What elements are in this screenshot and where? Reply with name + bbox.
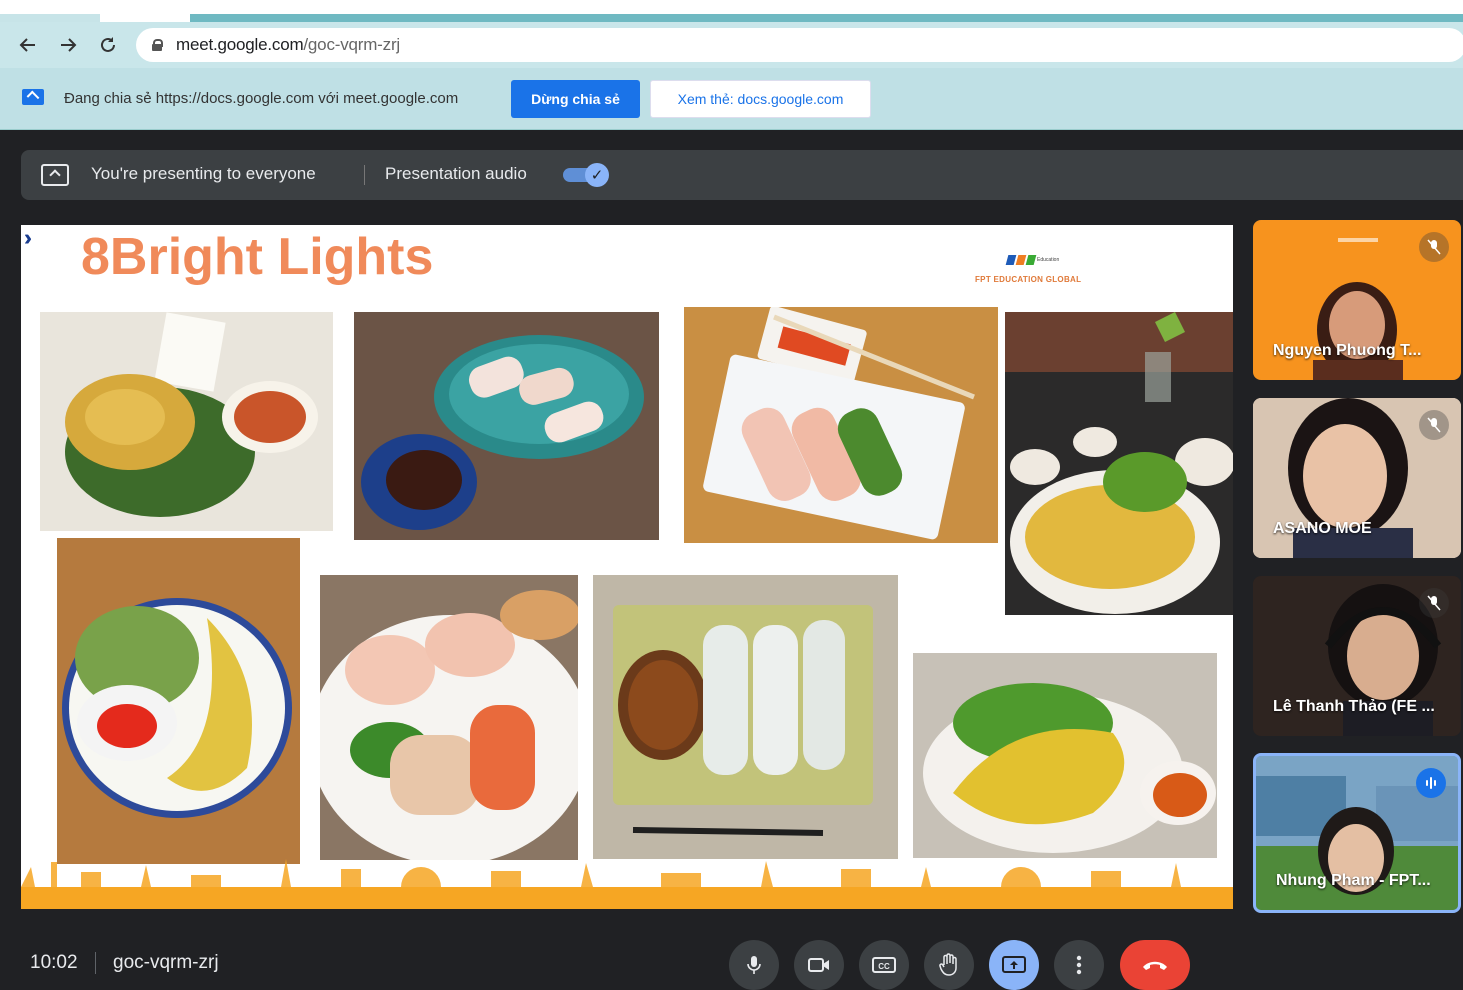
- mic-off-icon: [1419, 410, 1449, 440]
- present-now-button[interactable]: [989, 940, 1039, 990]
- food-photo-spring-rolls-2: [684, 307, 998, 543]
- forward-icon[interactable]: [54, 31, 82, 59]
- mic-button[interactable]: [729, 940, 779, 990]
- share-tab-icon: [22, 89, 44, 105]
- presentation-audio-label: Presentation audio: [385, 164, 527, 183]
- food-photo-banh-xeo-1: [40, 312, 333, 531]
- participant-name: ASANO MOE: [1273, 520, 1372, 537]
- audio-level-icon: [1416, 768, 1446, 798]
- participant-tile-1[interactable]: Nguyen Phuong T...: [1253, 220, 1461, 380]
- raise-hand-button[interactable]: [924, 940, 974, 990]
- presenting-banner: You're presenting to everyone Presentati…: [21, 150, 1463, 200]
- mic-off-icon: [1419, 232, 1449, 262]
- inactive-tab[interactable]: [0, 14, 100, 22]
- bottom-divider: [95, 952, 96, 974]
- leave-call-button[interactable]: [1120, 940, 1190, 990]
- banner-divider: [364, 165, 365, 185]
- present-icon: [41, 164, 69, 186]
- presented-slide: ››› 8Bright Lights Education FPT EDUCATI…: [21, 225, 1233, 909]
- meet-stage: You're presenting to everyone Presentati…: [0, 131, 1463, 986]
- back-icon[interactable]: [14, 31, 42, 59]
- url-text: meet.google.com/goc-vqrm-zrj: [176, 35, 400, 55]
- slide-skyline-decoration: [21, 859, 1233, 909]
- presentation-audio-toggle[interactable]: ✓: [563, 163, 609, 187]
- food-photo-spring-rolls-4: [593, 575, 898, 859]
- camera-button[interactable]: [794, 940, 844, 990]
- reload-icon[interactable]: [94, 31, 122, 59]
- slide-chevrons-decoration: ›››: [24, 225, 32, 250]
- meeting-controls-bar: 10:02 goc-vqrm-zrj CC: [0, 934, 1463, 990]
- fpt-logo-small-text: Education: [1037, 257, 1060, 263]
- captions-icon: CC: [872, 957, 896, 973]
- participant-tile-4-active-speaker[interactable]: Nhung Pham - FPT...: [1253, 753, 1461, 913]
- meeting-code: goc-vqrm-zrj: [113, 952, 219, 973]
- present-screen-icon: [1002, 956, 1026, 973]
- tab-sharing-bar: Đang chia sẻ https://docs.google.com với…: [0, 68, 1463, 130]
- captions-button[interactable]: CC: [859, 940, 909, 990]
- raise-hand-icon: [939, 953, 957, 976]
- participant-tile-2[interactable]: ASANO MOE: [1253, 398, 1461, 558]
- fpt-logo: Education FPT EDUCATION GLOBAL: [975, 255, 1095, 293]
- food-photo-spring-rolls-3: [320, 575, 578, 860]
- lock-icon[interactable]: [152, 39, 163, 51]
- food-photo-banh-xeo-3: [57, 538, 300, 864]
- food-photo-banh-xeo-4: [913, 653, 1217, 858]
- food-photo-banh-xeo-2: [1005, 312, 1233, 615]
- food-photo-spring-rolls-1: [354, 312, 659, 540]
- end-call-icon: [1143, 961, 1167, 970]
- check-icon: ✓: [585, 163, 609, 187]
- camera-icon: [808, 958, 829, 972]
- more-options-button[interactable]: [1054, 940, 1104, 990]
- sharing-message: Đang chia sẻ https://docs.google.com với…: [64, 90, 459, 107]
- view-tab-button[interactable]: Xem thẻ: docs.google.com: [650, 80, 871, 118]
- meeting-clock: 10:02: [30, 952, 78, 973]
- more-options-icon: [1076, 955, 1082, 975]
- stop-sharing-button[interactable]: Dừng chia sẻ: [511, 80, 640, 118]
- svg-text:CC: CC: [878, 962, 890, 971]
- address-bar[interactable]: meet.google.com/goc-vqrm-zrj: [136, 28, 1463, 62]
- mic-off-icon: [1419, 588, 1449, 618]
- browser-toolbar: meet.google.com/goc-vqrm-zrj: [0, 22, 1463, 68]
- url-path: /goc-vqrm-zrj: [303, 35, 400, 54]
- tab-strip: [0, 0, 1463, 22]
- active-tab[interactable]: [190, 14, 1463, 22]
- presenting-status: You're presenting to everyone: [91, 164, 316, 183]
- participant-tile-3[interactable]: Lê Thanh Thảo (FE ...: [1253, 576, 1461, 736]
- participant-name: Nguyen Phuong T...: [1273, 342, 1422, 359]
- participant-name: Nhung Pham - FPT...: [1276, 872, 1431, 889]
- slide-title: 8Bright Lights: [81, 228, 434, 286]
- fpt-logo-name: FPT EDUCATION GLOBAL: [975, 275, 1082, 284]
- participant-name: Lê Thanh Thảo (FE ...: [1273, 698, 1435, 715]
- mic-icon: [747, 956, 761, 974]
- url-host: meet.google.com: [176, 35, 304, 54]
